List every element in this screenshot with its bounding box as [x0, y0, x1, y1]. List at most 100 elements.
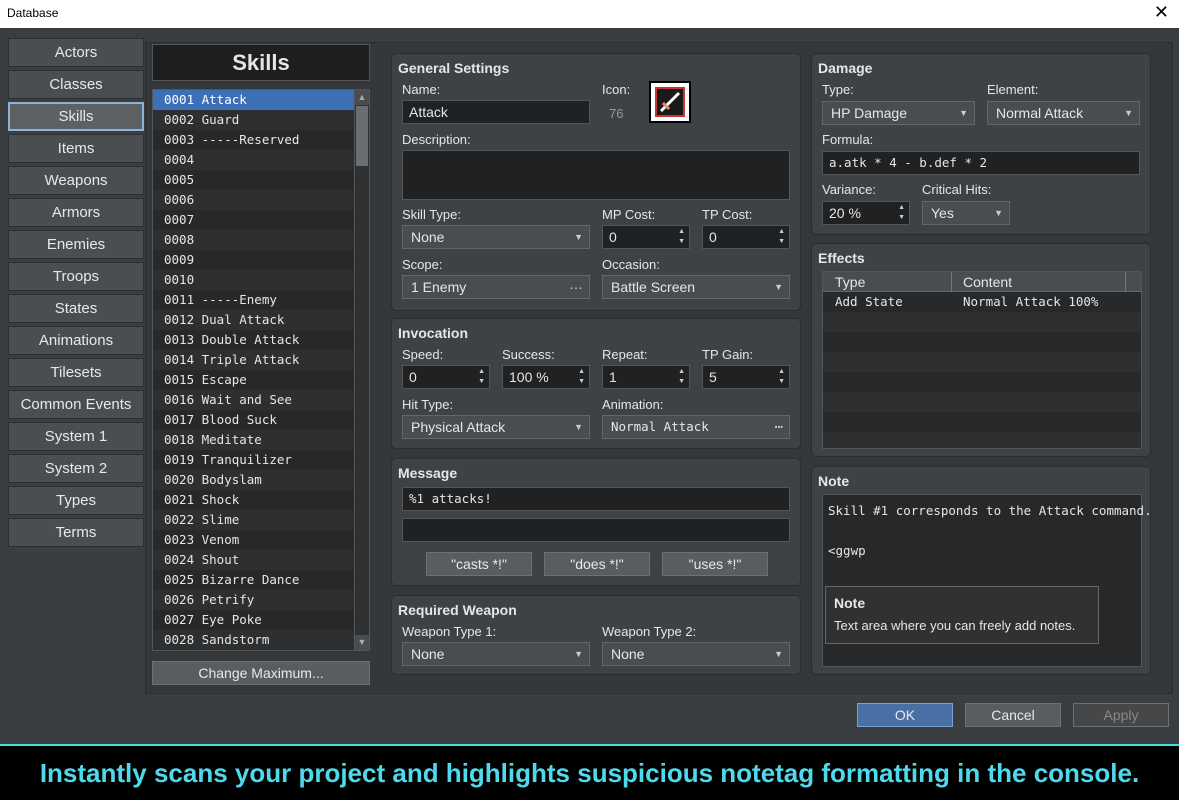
weapon-type-2-select[interactable]: None ▼ — [602, 642, 790, 666]
apply-button[interactable]: Apply — [1073, 703, 1169, 727]
repeat-spinner[interactable]: 1 ▲ ▼ — [602, 365, 690, 389]
list-item[interactable]: 0020 Bodyslam — [153, 470, 355, 490]
nav-types[interactable]: Types — [8, 486, 144, 515]
list-item[interactable]: 0017 Blood Suck — [153, 410, 355, 430]
success-spinner[interactable]: 100 % ▲ ▼ — [502, 365, 590, 389]
table-row[interactable] — [823, 312, 1141, 332]
nav-troops[interactable]: Troops — [8, 262, 144, 291]
nav-system-1[interactable]: System 1 — [8, 422, 144, 451]
scope-select[interactable]: 1 Enemy… — [402, 275, 590, 299]
scroll-thumb[interactable] — [356, 106, 368, 166]
message-line-2[interactable] — [402, 518, 790, 542]
nav-classes[interactable]: Classes — [8, 70, 144, 99]
element-select[interactable]: Normal Attack ▼ — [987, 101, 1140, 125]
list-item[interactable]: 0014 Triple Attack — [153, 350, 355, 370]
message-line-1[interactable]: %1 attacks! — [402, 487, 790, 511]
animation-select[interactable]: Normal Attack… — [602, 415, 790, 439]
nav-items[interactable]: Items — [8, 134, 144, 163]
list-item[interactable]: 0005 — [153, 170, 355, 190]
does-button[interactable]: "does *!" — [544, 552, 650, 576]
nav-common-events[interactable]: Common Events — [8, 390, 144, 419]
list-item[interactable]: 0027 Eye Poke — [153, 610, 355, 630]
skill-type-select[interactable]: None ▼ — [402, 225, 590, 249]
list-item[interactable]: 0015 Escape — [153, 370, 355, 390]
list-item[interactable]: 0025 Bizarre Dance — [153, 570, 355, 590]
list-item[interactable]: 0002 Guard — [153, 110, 355, 130]
table-row[interactable] — [823, 352, 1141, 372]
list-item[interactable]: 0003 -----Reserved — [153, 130, 355, 150]
table-row[interactable] — [823, 412, 1141, 432]
hit-type-select[interactable]: Physical Attack ▼ — [402, 415, 590, 439]
name-field[interactable]: Attack — [402, 100, 590, 124]
list-item[interactable]: 0024 Shout — [153, 550, 355, 570]
nav-animations[interactable]: Animations — [8, 326, 144, 355]
list-item[interactable]: 0009 — [153, 250, 355, 270]
spinner-icon[interactable]: ▲ ▼ — [678, 227, 685, 247]
ok-button[interactable]: OK — [857, 703, 953, 727]
spinner-icon[interactable]: ▲ ▼ — [678, 367, 685, 387]
animation-label: Animation: — [602, 397, 664, 412]
list-item[interactable]: 0019 Tranquilizer — [153, 450, 355, 470]
mp-cost-spinner[interactable]: 0 ▲ ▼ — [602, 225, 690, 249]
critical-hits-value: Yes — [931, 205, 954, 221]
variance-spinner[interactable]: 20 % ▲ ▼ — [822, 201, 910, 225]
nav-weapons[interactable]: Weapons — [8, 166, 144, 195]
list-item[interactable]: 0018 Meditate — [153, 430, 355, 450]
list-item[interactable]: 0026 Petrify — [153, 590, 355, 610]
formula-field[interactable]: a.atk * 4 - b.def * 2 — [822, 151, 1140, 175]
close-icon[interactable]: ✕ — [1154, 2, 1169, 22]
list-item[interactable]: 0008 — [153, 230, 355, 250]
speed-spinner[interactable]: 0 ▲ ▼ — [402, 365, 490, 389]
damage-type-select[interactable]: HP Damage ▼ — [822, 101, 975, 125]
list-item[interactable]: 0028 Sandstorm — [153, 630, 355, 650]
occasion-select[interactable]: Battle Screen ▼ — [602, 275, 790, 299]
weapon-type-1-select[interactable]: None ▼ — [402, 642, 590, 666]
tp-gain-spinner[interactable]: 5 ▲ ▼ — [702, 365, 790, 389]
nav-system-2[interactable]: System 2 — [8, 454, 144, 483]
nav-actors[interactable]: Actors — [8, 38, 144, 67]
skill-icon[interactable] — [649, 81, 691, 123]
table-row[interactable] — [823, 432, 1141, 448]
spinner-icon[interactable]: ▲ ▼ — [478, 367, 485, 387]
effects-table[interactable]: Type Content Add State Normal Attack 100% — [822, 271, 1142, 449]
table-row[interactable] — [823, 332, 1141, 352]
list-item[interactable]: 0023 Venom — [153, 530, 355, 550]
chevron-down-icon: ▼ — [1124, 108, 1133, 118]
critical-hits-select[interactable]: Yes ▼ — [922, 201, 1010, 225]
chevron-down-icon: ▼ — [574, 422, 583, 432]
spinner-icon[interactable]: ▲ ▼ — [578, 367, 585, 387]
change-maximum-button[interactable]: Change Maximum... — [152, 661, 370, 685]
scroll-down-icon[interactable]: ▼ — [355, 635, 369, 650]
list-item[interactable]: 0013 Double Attack — [153, 330, 355, 350]
list-item[interactable]: 0022 Slime — [153, 510, 355, 530]
table-row[interactable]: Add State Normal Attack 100% — [823, 292, 1141, 312]
list-item[interactable]: 0006 — [153, 190, 355, 210]
cancel-button[interactable]: Cancel — [965, 703, 1061, 727]
list-item[interactable]: 0011 -----Enemy — [153, 290, 355, 310]
nav-armors[interactable]: Armors — [8, 198, 144, 227]
table-row[interactable] — [823, 392, 1141, 412]
list-item[interactable]: 0016 Wait and See — [153, 390, 355, 410]
nav-states[interactable]: States — [8, 294, 144, 323]
list-item[interactable]: 0010 — [153, 270, 355, 290]
table-row[interactable] — [823, 372, 1141, 392]
list-item[interactable]: 0004 — [153, 150, 355, 170]
nav-enemies[interactable]: Enemies — [8, 230, 144, 259]
nav-tilesets[interactable]: Tilesets — [8, 358, 144, 387]
caption-text: Instantly scans your project and highlig… — [39, 758, 1140, 788]
list-item[interactable]: 0012 Dual Attack — [153, 310, 355, 330]
spinner-icon[interactable]: ▲ ▼ — [778, 227, 785, 247]
casts-button[interactable]: "casts *!" — [426, 552, 532, 576]
uses-button[interactable]: "uses *!" — [662, 552, 768, 576]
nav-skills[interactable]: Skills — [8, 102, 144, 131]
tp-cost-spinner[interactable]: 0 ▲ ▼ — [702, 225, 790, 249]
nav-terms[interactable]: Terms — [8, 518, 144, 547]
list-item[interactable]: 0021 Shock — [153, 490, 355, 510]
scroll-up-icon[interactable]: ▲ — [355, 90, 369, 105]
list-item[interactable]: 0001 Attack — [153, 90, 355, 110]
list-item[interactable]: 0007 — [153, 210, 355, 230]
spinner-icon[interactable]: ▲ ▼ — [898, 203, 905, 223]
description-field[interactable] — [402, 150, 790, 200]
spinner-icon[interactable]: ▲ ▼ — [778, 367, 785, 387]
list-scrollbar[interactable]: ▲ ▼ — [354, 90, 369, 650]
